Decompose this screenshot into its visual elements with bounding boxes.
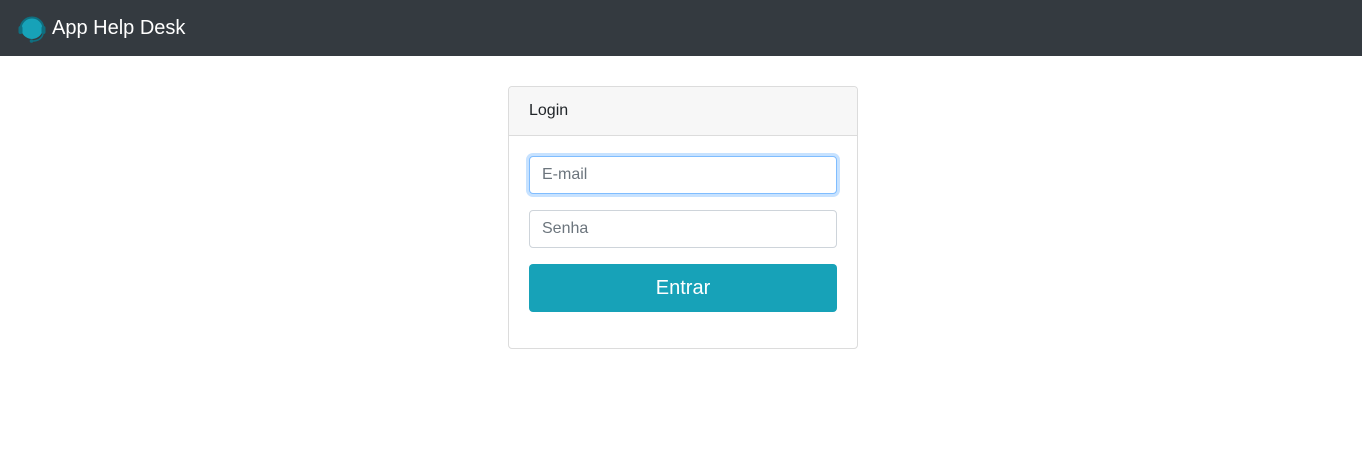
- headset-icon: [17, 14, 47, 44]
- navbar: App Help Desk: [0, 0, 1362, 56]
- email-field[interactable]: [529, 156, 837, 194]
- login-card-header: Login: [509, 87, 857, 136]
- submit-button[interactable]: Entrar: [529, 264, 837, 312]
- brand-title[interactable]: App Help Desk: [52, 16, 185, 40]
- login-card: Login Entrar: [508, 86, 858, 349]
- password-field[interactable]: [529, 210, 837, 248]
